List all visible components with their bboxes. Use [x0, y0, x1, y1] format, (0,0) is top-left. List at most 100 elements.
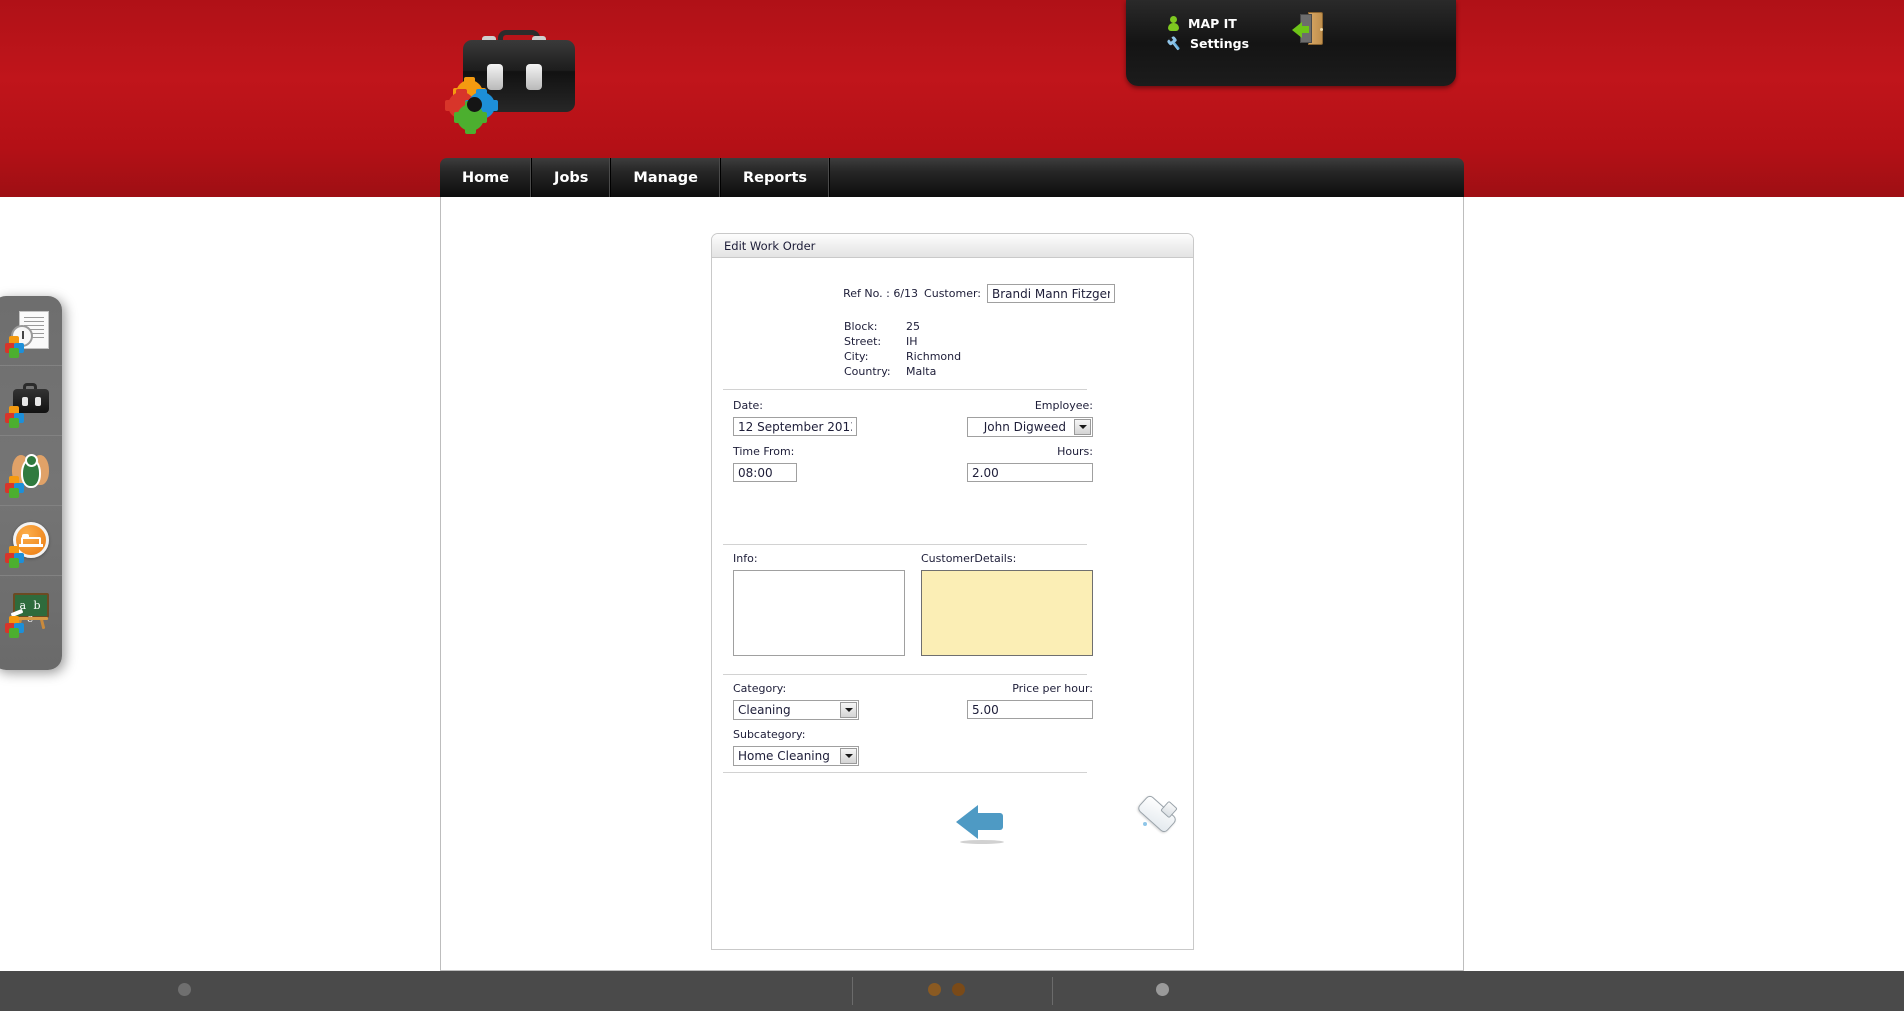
nav-tab-manage[interactable]: Manage	[611, 158, 721, 197]
person-icon	[1168, 16, 1179, 31]
action-bar	[712, 785, 1193, 865]
price-input[interactable]	[967, 700, 1093, 719]
user-panel: MAP IT Settings	[1126, 0, 1456, 86]
customer-details-field: CustomerDetails:	[921, 552, 1093, 656]
category-section: Category: Cleaning Price per hour: Subca…	[733, 682, 1093, 774]
street-value: IH	[906, 335, 918, 348]
employee-field: Employee: John Digweed	[967, 399, 1093, 437]
back-arrow-icon[interactable]	[956, 799, 1012, 844]
left-dock: a b c	[0, 296, 62, 670]
nav-tab-manage-label: Manage	[633, 169, 698, 186]
time-from-field: Time From:	[733, 445, 797, 482]
dock-item-customers[interactable]	[0, 436, 62, 506]
date-input[interactable]	[733, 417, 857, 436]
dock-item-training[interactable]: a b c	[0, 576, 62, 646]
category-field: Category: Cleaning	[733, 682, 859, 720]
divider-1	[723, 389, 1087, 390]
gear-hub	[467, 97, 482, 112]
divider-4	[723, 772, 1087, 773]
subcategory-select[interactable]: Home Cleaning	[733, 746, 859, 766]
time-from-input[interactable]	[733, 463, 797, 482]
subcategory-field: Subcategory: Home Cleaning	[733, 728, 859, 766]
map-it-label: MAP IT	[1188, 16, 1237, 31]
divider-2	[723, 544, 1087, 545]
time-from-label: Time From:	[733, 445, 795, 458]
block-label: Block:	[844, 320, 878, 333]
nav-tab-jobs[interactable]: Jobs	[532, 158, 612, 197]
hours-label: Hours:	[1057, 445, 1093, 458]
customer-label: Customer:	[924, 287, 981, 300]
customer-details-textarea[interactable]	[921, 570, 1093, 656]
city-label: City:	[844, 350, 869, 363]
chalkboard-abc-icon: a b c	[5, 589, 53, 638]
subcategory-label: Subcategory:	[733, 728, 806, 741]
wrench-icon	[1165, 34, 1184, 53]
edit-work-order-panel: Edit Work Order Ref No. : 6/13 Customer:…	[711, 233, 1194, 950]
block-value: 25	[906, 320, 920, 333]
customer-input[interactable]	[987, 284, 1115, 303]
date-label: Date:	[733, 399, 763, 412]
price-field: Price per hour:	[967, 682, 1093, 719]
briefcase-icon	[5, 379, 53, 428]
employee-label: Employee:	[1034, 399, 1093, 412]
info-textarea[interactable]	[733, 570, 905, 656]
street-label: Street:	[844, 335, 882, 348]
nav-tab-home[interactable]: Home	[440, 158, 533, 197]
taskbar-separator	[1052, 977, 1053, 1005]
people-group-icon	[5, 449, 53, 498]
info-field: Info:	[733, 552, 905, 656]
date-field: Date:	[733, 399, 857, 436]
hours-field: Hours:	[967, 445, 1093, 482]
address-block: Block: 25 Street: IH City: Richmond Coun…	[844, 320, 1084, 378]
content-area: Edit Work Order Ref No. : 6/13 Customer:…	[440, 197, 1464, 971]
chevron-down-icon[interactable]	[840, 748, 857, 764]
gear-cluster-icon	[445, 80, 502, 132]
taskbar-icon[interactable]	[1156, 983, 1169, 996]
chevron-down-icon[interactable]	[1074, 419, 1091, 435]
price-label: Price per hour:	[1012, 682, 1093, 695]
chevron-down-icon[interactable]	[840, 702, 857, 718]
document-clock-icon	[5, 309, 53, 358]
bed-service-icon	[5, 519, 53, 568]
country-value: Malta	[906, 365, 937, 378]
panel-body: Ref No. : 6/13 Customer: Block: 25 Stree…	[712, 258, 1193, 949]
settings-label: Settings	[1190, 36, 1250, 51]
taskbar-icon[interactable]	[178, 983, 191, 996]
usb-save-icon[interactable]	[1132, 793, 1182, 844]
briefcase-gears-logo	[445, 18, 588, 133]
briefcase-clasp-right	[526, 64, 542, 90]
dock-item-jobs[interactable]	[0, 366, 62, 436]
category-select[interactable]: Cleaning	[733, 700, 859, 720]
date-employee-row: Date: Employee: John Digweed	[733, 399, 1093, 445]
time-hours-row: Time From: Hours:	[733, 445, 1093, 491]
category-label: Category:	[733, 682, 787, 695]
nav-tab-jobs-label: Jobs	[554, 169, 589, 186]
schedule-section: Date: Employee: John Digweed Time From:	[733, 399, 1093, 491]
ref-customer-row: Ref No. : 6/13 Customer:	[712, 284, 1193, 303]
dock-item-documents[interactable]	[0, 296, 62, 366]
nav-tab-reports[interactable]: Reports	[721, 158, 831, 197]
dock-item-accommodation[interactable]	[0, 506, 62, 576]
category-price-row: Category: Cleaning Price per hour:	[733, 682, 1093, 728]
exit-door-icon[interactable]	[1292, 12, 1328, 45]
hours-input[interactable]	[967, 463, 1093, 482]
city-value: Richmond	[906, 350, 962, 363]
taskbar-icon[interactable]	[928, 983, 941, 996]
country-label: Country:	[844, 365, 891, 378]
taskbar-icon[interactable]	[952, 983, 965, 996]
panel-title: Edit Work Order	[712, 234, 1193, 258]
employee-select[interactable]: John Digweed	[967, 417, 1093, 437]
info-label: Info:	[733, 552, 758, 565]
ref-no-label: Ref No. : 6/13	[843, 287, 919, 300]
customer-details-label: CustomerDetails:	[921, 552, 1017, 565]
os-taskbar	[0, 971, 1904, 1011]
taskbar-separator	[852, 977, 853, 1005]
nav-filler	[830, 158, 1464, 197]
map-it-link[interactable]: MAP IT	[1168, 16, 1237, 31]
subcategory-row: Subcategory: Home Cleaning	[733, 728, 1093, 774]
nav-tab-reports-label: Reports	[742, 169, 808, 186]
main-navigation: Home Jobs Manage Reports	[440, 158, 1464, 197]
nav-tab-home-label: Home	[462, 169, 510, 186]
divider-3	[723, 674, 1087, 675]
settings-link[interactable]: Settings	[1165, 34, 1250, 53]
